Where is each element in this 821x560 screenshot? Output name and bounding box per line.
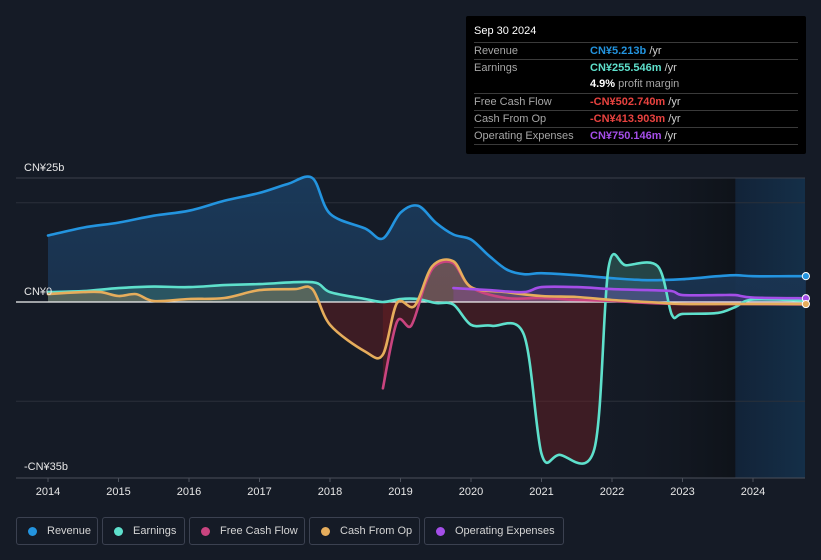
x-tick-label: 2023 [670, 486, 694, 498]
legend-dot-icon [321, 526, 330, 536]
tooltip-value-number: -CN¥413.903m [590, 113, 666, 125]
tooltip-row-operating-expenses: Operating Expenses CN¥750.146m /yr [474, 127, 798, 145]
tooltip-row-earnings: Earnings CN¥255.546m /yr [474, 59, 798, 77]
x-tick-label: 2015 [106, 486, 130, 498]
tooltip-value-number: -CN¥502.740m [590, 96, 666, 108]
revenue-endpoint [801, 272, 810, 281]
y-tick-label-bottom: -CN¥35b [24, 461, 68, 473]
legend-label: Operating Expenses [455, 525, 555, 537]
x-tick-label: 2018 [318, 486, 342, 498]
legend-item-free-cash-flow[interactable]: Free Cash Flow [189, 517, 305, 545]
cash-from-op-endpoint [801, 299, 810, 309]
x-axis: 2014 2015 2016 2017 2018 2019 2020 2021 2022 2023… [36, 478, 765, 498]
x-tick-label: 2022 [600, 486, 624, 498]
tooltip-row-cash-from-op: Cash From Op -CN¥413.903m /yr [474, 110, 798, 128]
tooltip-unit: profit margin [615, 78, 680, 90]
tooltip-value: 4.9% profit margin [590, 78, 679, 90]
legend-label: Free Cash Flow [220, 525, 298, 537]
legend-item-earnings[interactable]: Earnings [102, 517, 185, 545]
tooltip-value-number: CN¥255.546m [590, 62, 662, 74]
tooltip-row-revenue: Revenue CN¥5.213b /yr [474, 42, 798, 60]
x-tick-label: 2014 [36, 486, 60, 498]
forecast-shade [735, 178, 805, 478]
legend-label: Revenue [47, 525, 92, 537]
x-tick-label: 2019 [388, 486, 412, 498]
tooltip-unit: /yr [661, 130, 677, 142]
tooltip-value-number: CN¥5.213b [590, 45, 647, 57]
legend-dot-icon [114, 526, 123, 536]
tooltip-label: Cash From Op [474, 113, 547, 125]
plot-background [576, 178, 805, 478]
y-tick-label-top: CN¥25b [24, 162, 64, 174]
legend-dot-icon [436, 526, 445, 536]
tooltip-unit: /yr [665, 113, 681, 125]
tooltip-value: CN¥750.146m /yr [590, 130, 677, 142]
legend-dot-icon [28, 526, 37, 536]
legend-item-cash-from-op[interactable]: Cash From Op [309, 517, 420, 545]
y-axis: CN¥25b CN¥0 -CN¥35b [24, 162, 68, 473]
tooltip-row-profit-margin: 4.9% profit margin [474, 76, 798, 93]
x-tick-label: 2016 [177, 486, 201, 498]
tooltip-label: Operating Expenses [474, 130, 574, 142]
tooltip-divider [474, 144, 798, 145]
tooltip-value-number: CN¥750.146m [590, 130, 662, 142]
x-tick-label: 2017 [247, 486, 271, 498]
tooltip-label: Earnings [474, 62, 518, 74]
legend-item-revenue[interactable]: Revenue [16, 517, 98, 545]
tooltip-value: CN¥5.213b /yr [590, 45, 662, 57]
tooltip-unit: /yr [661, 62, 677, 74]
x-tick-label: 2020 [459, 486, 483, 498]
x-tick-label: 2024 [741, 486, 765, 498]
tooltip-value-number: 4.9% [590, 78, 616, 90]
tooltip-date: Sep 30 2024 [474, 25, 537, 37]
tooltip-label: Free Cash Flow [474, 96, 552, 108]
tooltip-value: -CN¥502.740m /yr [590, 96, 681, 108]
legend-item-operating-expenses[interactable]: Operating Expenses [424, 517, 564, 545]
tooltip-value: CN¥255.546m /yr [590, 62, 677, 74]
y-tick-label-zero: CN¥0 [24, 286, 52, 298]
tooltip-label: Revenue [474, 45, 519, 57]
tooltip-unit: /yr [646, 45, 662, 57]
tooltip-unit: /yr [665, 96, 681, 108]
legend-dot-icon [201, 526, 210, 536]
tooltip-value: -CN¥413.903m /yr [590, 113, 681, 125]
x-tick-label: 2021 [529, 486, 553, 498]
legend-label: Earnings [133, 525, 177, 537]
tooltip-row-free-cash-flow: Free Cash Flow -CN¥502.740m /yr [474, 93, 798, 111]
tooltip-panel: Sep 30 2024 Revenue CN¥5.213b /yr Earnin… [466, 16, 806, 154]
legend-label: Cash From Op [340, 525, 413, 537]
